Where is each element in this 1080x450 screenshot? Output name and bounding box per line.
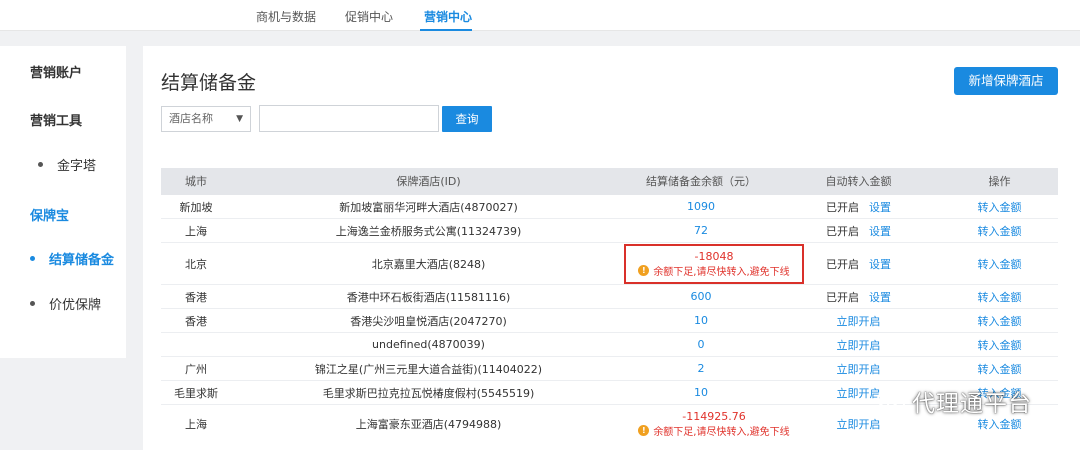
- header-hotel: 保牌酒店(ID): [396, 175, 461, 188]
- enable-now-link[interactable]: 立即开启: [776, 357, 941, 380]
- cell-balance: 0: [697, 338, 705, 351]
- bullet-dot: [30, 256, 35, 261]
- sidebar-baopaibao[interactable]: 保牌宝: [30, 205, 69, 224]
- header-balance: 结算储备金余额（元）: [646, 175, 756, 188]
- cell-balance: 1090: [687, 200, 715, 213]
- auto-status: 已开启: [826, 224, 859, 238]
- active-nav-underline: [420, 29, 472, 31]
- watermark: 代理通平台: [876, 384, 1032, 418]
- cell-hotel: 上海逸兰金桥服务式公寓(11324739): [335, 224, 522, 238]
- cell-city: 广州: [185, 362, 207, 376]
- transfer-link[interactable]: 转入金额: [941, 285, 1058, 308]
- negative-balance: -114925.76: [682, 410, 746, 423]
- transfer-link[interactable]: 转入金额: [941, 333, 1058, 356]
- sidebar-item-price-guarantee[interactable]: 价优保牌: [30, 294, 101, 313]
- cell-city: 香港: [185, 290, 207, 304]
- warning-icon: !: [638, 425, 650, 436]
- transfer-link[interactable]: 转入金额: [941, 309, 1058, 332]
- cell-balance: 2: [697, 362, 705, 375]
- settings-link[interactable]: 设置: [869, 289, 891, 305]
- top-nav: 商机与数据 促销中心 营销中心: [0, 0, 1080, 31]
- cell-balance: 600: [690, 290, 712, 303]
- sidebar-item-label: 价优保牌: [49, 298, 102, 313]
- cell-city: [161, 333, 231, 356]
- cell-auto-transfer: 已开启 设置: [776, 243, 941, 284]
- cell-hotel: 毛里求斯巴拉克拉瓦悦椿度假村(5545519): [322, 386, 535, 400]
- settings-link[interactable]: 设置: [869, 199, 891, 215]
- table-row: undefined(4870039) 0 立即开启 转入金额: [161, 333, 1058, 357]
- sidebar-marketing-tools[interactable]: 营销工具: [30, 110, 82, 129]
- cell-city: 香港: [185, 314, 207, 328]
- settings-link[interactable]: 设置: [869, 223, 891, 239]
- query-button[interactable]: 查询: [442, 106, 492, 132]
- nav-item-marketing-center[interactable]: 营销中心: [424, 8, 472, 25]
- warning-text: 余额下足,请尽快转入,避免下线: [653, 427, 790, 438]
- cell-hotel: undefined(4870039): [372, 338, 485, 351]
- header-operation: 操作: [988, 175, 1011, 188]
- header-city: 城市: [185, 175, 207, 188]
- cell-city: 毛里求斯: [174, 386, 218, 400]
- search-input[interactable]: [259, 105, 439, 132]
- cell-balance: 72: [694, 224, 708, 237]
- nav-item-business-data[interactable]: 商机与数据: [256, 8, 316, 25]
- filter-select[interactable]: 酒店名称 ▼: [161, 106, 251, 132]
- header-auto-transfer: 自动转入金额: [825, 175, 892, 188]
- transfer-link[interactable]: 转入金额: [941, 243, 1058, 284]
- table-row: 上海 上海逸兰金桥服务式公寓(11324739) 72 已开启 设置 转入金额: [161, 219, 1058, 243]
- sidebar-item-settlement-reserve[interactable]: 结算储备金: [30, 249, 114, 268]
- balance-warning: ! 余额下足,请尽快转入,避免下线: [638, 423, 790, 438]
- bullet-dot: [38, 162, 43, 167]
- table-row: 新加坡 新加坡富丽华河畔大酒店(4870027) 1090 已开启 设置 转入金额: [161, 195, 1058, 219]
- table-header: 城市 保牌酒店(ID) 结算储备金余额（元） 自动转入金额 操作: [161, 168, 1058, 195]
- transfer-link[interactable]: 转入金额: [941, 195, 1058, 218]
- cell-auto-transfer: 已开启 设置: [776, 285, 941, 308]
- cell-hotel: 北京嘉里大酒店(8248): [371, 257, 486, 271]
- transfer-link[interactable]: 转入金额: [941, 219, 1058, 242]
- cell-city: 上海: [185, 418, 207, 431]
- transfer-link[interactable]: 转入金额: [941, 357, 1058, 380]
- table-row: 香港 香港尖沙咀皇悦酒店(2047270) 10 立即开启 转入金额: [161, 309, 1058, 333]
- caret-down-icon: ▼: [236, 114, 243, 124]
- cell-auto-transfer: 已开启 设置: [776, 219, 941, 242]
- wechat-icon: [877, 390, 905, 412]
- table-row: 北京 北京嘉里大酒店(8248) -18048 ! 余额下足,请尽快转入,避免下线…: [161, 243, 1058, 285]
- sidebar: 营销账户 营销工具 金字塔 保牌宝 结算储备金 价优保牌: [0, 46, 126, 358]
- cell-auto-transfer: 已开启 设置: [776, 195, 941, 218]
- sidebar-item-label: 结算储备金: [49, 253, 115, 268]
- sidebar-marketing-account[interactable]: 营销账户: [30, 62, 82, 81]
- cell-city: 新加坡: [179, 200, 213, 214]
- auto-status: 已开启: [826, 257, 859, 271]
- bullet-dot: [30, 301, 35, 306]
- settings-link[interactable]: 设置: [869, 256, 891, 272]
- auto-status: 已开启: [826, 290, 859, 304]
- cell-hotel: 新加坡富丽华河畔大酒店(4870027): [339, 200, 518, 214]
- sidebar-item-pyramid[interactable]: 金字塔: [38, 155, 96, 174]
- page-title: 结算储备金: [161, 72, 257, 94]
- enable-now-link[interactable]: 立即开启: [776, 333, 941, 356]
- cell-hotel: 锦江之星(广州三元里大道合益街)(11404022): [314, 362, 543, 376]
- cell-balance: 10: [694, 314, 708, 327]
- cell-city: 上海: [185, 224, 207, 238]
- cell-hotel: 香港中环石板街酒店(11581116): [346, 290, 511, 304]
- table-row: 香港 香港中环石板街酒店(11581116) 600 已开启 设置 转入金额: [161, 285, 1058, 309]
- enable-now-link[interactable]: 立即开启: [776, 309, 941, 332]
- cell-hotel: 上海富豪东亚酒店(4794988): [355, 418, 502, 431]
- nav-item-promotion-center[interactable]: 促销中心: [345, 8, 393, 25]
- cell-city: 北京: [185, 257, 207, 271]
- cell-hotel: 香港尖沙咀皇悦酒店(2047270): [350, 314, 507, 328]
- watermark-text: 代理通平台: [912, 391, 1032, 417]
- add-hotel-button[interactable]: 新增保牌酒店: [954, 67, 1058, 95]
- filter-select-value: 酒店名称: [169, 112, 213, 125]
- sidebar-item-label: 金字塔: [57, 159, 97, 174]
- cell-balance: 10: [694, 386, 708, 399]
- table-row: 广州 锦江之星(广州三元里大道合益街)(11404022) 2 立即开启 转入金…: [161, 357, 1058, 381]
- auto-status: 已开启: [826, 200, 859, 214]
